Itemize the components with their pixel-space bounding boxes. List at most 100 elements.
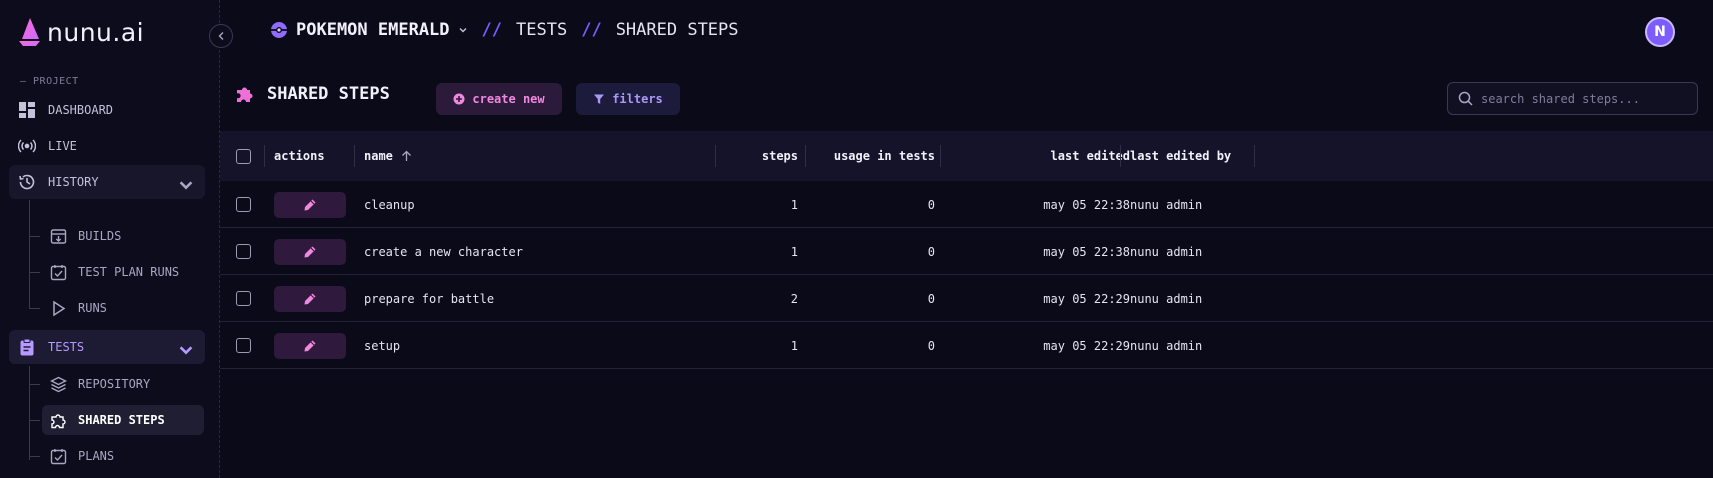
sidebar: nunu.ai — PROJECT DASHBOARD LIVE HISTORY… [0, 0, 220, 478]
row-checkbox[interactable] [236, 197, 251, 212]
sailboat-logo-icon [19, 18, 40, 46]
column-divider [1120, 145, 1121, 167]
chevron-down-icon[interactable] [177, 176, 195, 194]
row-last-edited: may 05 22:29 [1043, 291, 1130, 306]
edit-button[interactable] [274, 332, 346, 359]
row-usage: 0 [927, 244, 935, 259]
row-select-cell [236, 228, 251, 275]
row-actions-cell [274, 275, 346, 322]
user-avatar[interactable]: N [1645, 17, 1675, 47]
brand-name: nunu.ai [47, 17, 145, 47]
search-input[interactable] [1481, 91, 1681, 106]
sidebar-item-dashboard[interactable]: DASHBOARD [9, 93, 205, 127]
pencil-icon [304, 293, 316, 304]
breadcrumb: POKEMON EMERALD // TESTS // SHARED STEPS [270, 20, 739, 40]
table-row[interactable]: create a new character 1 0 may 05 22:38 … [220, 228, 1713, 275]
sidebar-item-label: LIVE [48, 139, 77, 153]
broadcast-icon [18, 139, 36, 153]
dashboard-icon [19, 102, 35, 118]
row-steps: 2 [790, 291, 798, 306]
select-all-checkbox[interactable] [236, 148, 251, 164]
pokeball-icon [271, 22, 287, 38]
tree-connector [29, 456, 40, 457]
plus-circle-icon [453, 93, 465, 105]
pencil-icon [304, 340, 316, 351]
sidebar-item-plans[interactable]: PLANS [42, 441, 204, 471]
sort-ascending-arrow-icon[interactable] [401, 150, 412, 162]
row-checkbox[interactable] [236, 338, 251, 353]
search-box[interactable] [1447, 82, 1698, 115]
sidebar-item-label: REPOSITORY [78, 377, 151, 391]
chevron-down-icon[interactable] [177, 341, 195, 359]
history-clock-icon [19, 174, 35, 190]
row-last-edited-by: nunu admin [1130, 197, 1203, 212]
row-checkbox[interactable] [236, 244, 251, 259]
column-divider [354, 145, 355, 167]
sidebar-item-runs[interactable]: RUNS [42, 293, 204, 323]
column-divider [805, 145, 806, 167]
edit-button[interactable] [274, 285, 346, 312]
row-steps: 1 [790, 338, 798, 353]
sidebar-item-live[interactable]: LIVE [9, 129, 205, 163]
column-header-last-edited-by[interactable]: last edited by [1130, 131, 1231, 181]
column-header-name[interactable]: name [364, 131, 412, 181]
table-body: cleanup 1 0 may 05 22:38 nunu admin crea… [220, 181, 1713, 369]
edit-button[interactable] [274, 191, 346, 218]
pencil-icon [304, 246, 316, 257]
column-divider [264, 145, 265, 167]
filters-button[interactable]: filters [576, 83, 680, 115]
checkbox-list-icon [50, 264, 67, 280]
column-header-usage[interactable]: usage in tests [810, 131, 935, 181]
table-row[interactable]: setup 1 0 may 05 22:29 nunu admin [220, 322, 1713, 369]
column-divider [715, 145, 716, 167]
column-header-steps[interactable]: steps [720, 131, 798, 181]
sidebar-item-test-plan-runs[interactable]: TEST PLAN RUNS [42, 257, 204, 287]
table-row[interactable]: prepare for battle 2 0 may 05 22:29 nunu… [220, 275, 1713, 322]
column-header-actions: actions [274, 149, 325, 163]
column-header-last-edited[interactable]: last edited [945, 131, 1130, 181]
row-checkbox[interactable] [236, 291, 251, 306]
row-name[interactable]: create a new character [364, 228, 523, 275]
sidebar-item-label: RUNS [78, 301, 107, 315]
row-steps: 1 [790, 197, 798, 212]
puzzle-piece-icon [237, 87, 253, 102]
row-actions-cell [274, 181, 346, 228]
layers-stack-icon [50, 376, 67, 392]
row-name[interactable]: prepare for battle [364, 275, 494, 322]
sidebar-item-tests[interactable]: TESTS [9, 330, 205, 364]
sidebar-item-label: TESTS [48, 340, 85, 354]
row-last-edited-by: nunu admin [1130, 244, 1203, 259]
row-last-edited-by: nunu admin [1130, 338, 1203, 353]
row-select-cell [236, 322, 251, 369]
table-row[interactable]: cleanup 1 0 may 05 22:38 nunu admin [220, 181, 1713, 228]
sidebar-item-shared-steps[interactable]: SHARED STEPS [42, 405, 204, 435]
filter-funnel-icon [594, 94, 605, 104]
sidebar-item-builds[interactable]: BUILDS [42, 221, 204, 251]
sidebar-item-label: TEST PLAN RUNS [78, 265, 180, 279]
row-actions-cell [274, 228, 346, 275]
section-label-project: — PROJECT [20, 76, 79, 87]
search-icon [1458, 91, 1473, 106]
pencil-icon [304, 199, 316, 210]
row-name[interactable]: cleanup [364, 181, 415, 228]
create-new-button[interactable]: create new [436, 83, 562, 115]
collapse-sidebar-button[interactable] [209, 24, 233, 48]
select-all-cell [236, 131, 251, 181]
row-name[interactable]: setup [364, 322, 400, 369]
row-select-cell [236, 275, 251, 322]
sidebar-item-label: BUILDS [78, 229, 122, 243]
row-last-edited: may 05 22:29 [1043, 338, 1130, 353]
tree-connector [29, 384, 40, 385]
breadcrumb-tests[interactable]: TESTS [516, 20, 567, 40]
table-header: actions name steps usage in tests last e… [220, 131, 1713, 181]
brand-logo[interactable]: nunu.ai [17, 17, 144, 47]
project-selector[interactable]: POKEMON EMERALD [270, 20, 468, 40]
tree-connector [29, 272, 40, 273]
breadcrumb-separator: // [581, 20, 602, 40]
edit-button[interactable] [274, 238, 346, 265]
page-header: SHARED STEPS [235, 84, 390, 104]
sidebar-item-repository[interactable]: REPOSITORY [42, 369, 204, 399]
tree-connector [29, 236, 40, 237]
calendar-check-icon [50, 448, 67, 464]
sidebar-item-history[interactable]: HISTORY [9, 165, 205, 199]
